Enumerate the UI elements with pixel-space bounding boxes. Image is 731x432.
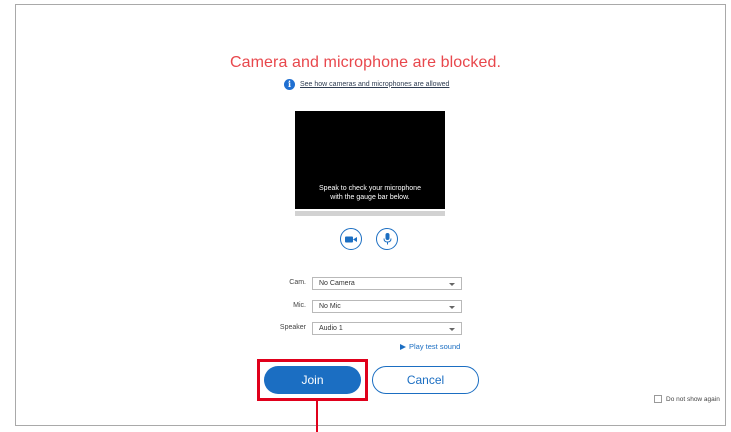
- camera-label: Cam.: [289, 279, 306, 286]
- camera-row: Cam. No Camera: [258, 277, 468, 290]
- preview-hint-line2: with the gauge bar below.: [330, 194, 410, 201]
- help-link[interactable]: See how cameras and microphones are allo…: [300, 81, 449, 88]
- do-not-show-again-checkbox[interactable]: [654, 395, 662, 403]
- camera-toggle-button[interactable]: [340, 228, 362, 250]
- speaker-select[interactable]: Audio 1: [312, 322, 462, 335]
- camera-select-value: No Camera: [319, 280, 355, 287]
- video-preview: Speak to check your microphone with the …: [295, 111, 445, 209]
- play-icon: [400, 343, 406, 350]
- do-not-show-again[interactable]: Do not show again: [654, 395, 720, 403]
- join-button[interactable]: Join: [264, 366, 361, 394]
- do-not-show-again-label: Do not show again: [666, 395, 720, 403]
- preview-hint: Speak to check your microphone with the …: [295, 184, 445, 202]
- speaker-label: Speaker: [279, 324, 306, 331]
- annotation-pointer-line: [316, 401, 318, 432]
- mic-gauge-bar: [295, 211, 445, 216]
- chevron-down-icon: [449, 283, 455, 286]
- video-camera-icon: [345, 236, 357, 242]
- play-test-sound-label: Play test sound: [409, 342, 461, 351]
- microphone-icon: [383, 233, 391, 245]
- mic-label: Mic.: [293, 302, 306, 309]
- play-test-sound-link[interactable]: Play test sound: [400, 342, 460, 351]
- blocked-title: Camera and microphone are blocked.: [229, 54, 502, 71]
- chevron-down-icon: [449, 306, 455, 309]
- mic-select[interactable]: No Mic: [312, 300, 462, 313]
- mic-row: Mic. No Mic: [258, 300, 468, 313]
- mic-select-value: No Mic: [319, 303, 341, 310]
- preview-hint-line1: Speak to check your microphone: [319, 185, 421, 192]
- help-row[interactable]: i See how cameras and microphones are al…: [284, 78, 449, 90]
- chevron-down-icon: [449, 328, 455, 331]
- camera-select[interactable]: No Camera: [312, 277, 462, 290]
- info-icon: i: [284, 78, 295, 90]
- microphone-toggle-button[interactable]: [376, 228, 398, 250]
- cancel-button[interactable]: Cancel: [372, 366, 479, 394]
- speaker-row: Speaker Audio 1: [258, 322, 468, 335]
- speaker-select-value: Audio 1: [319, 325, 343, 332]
